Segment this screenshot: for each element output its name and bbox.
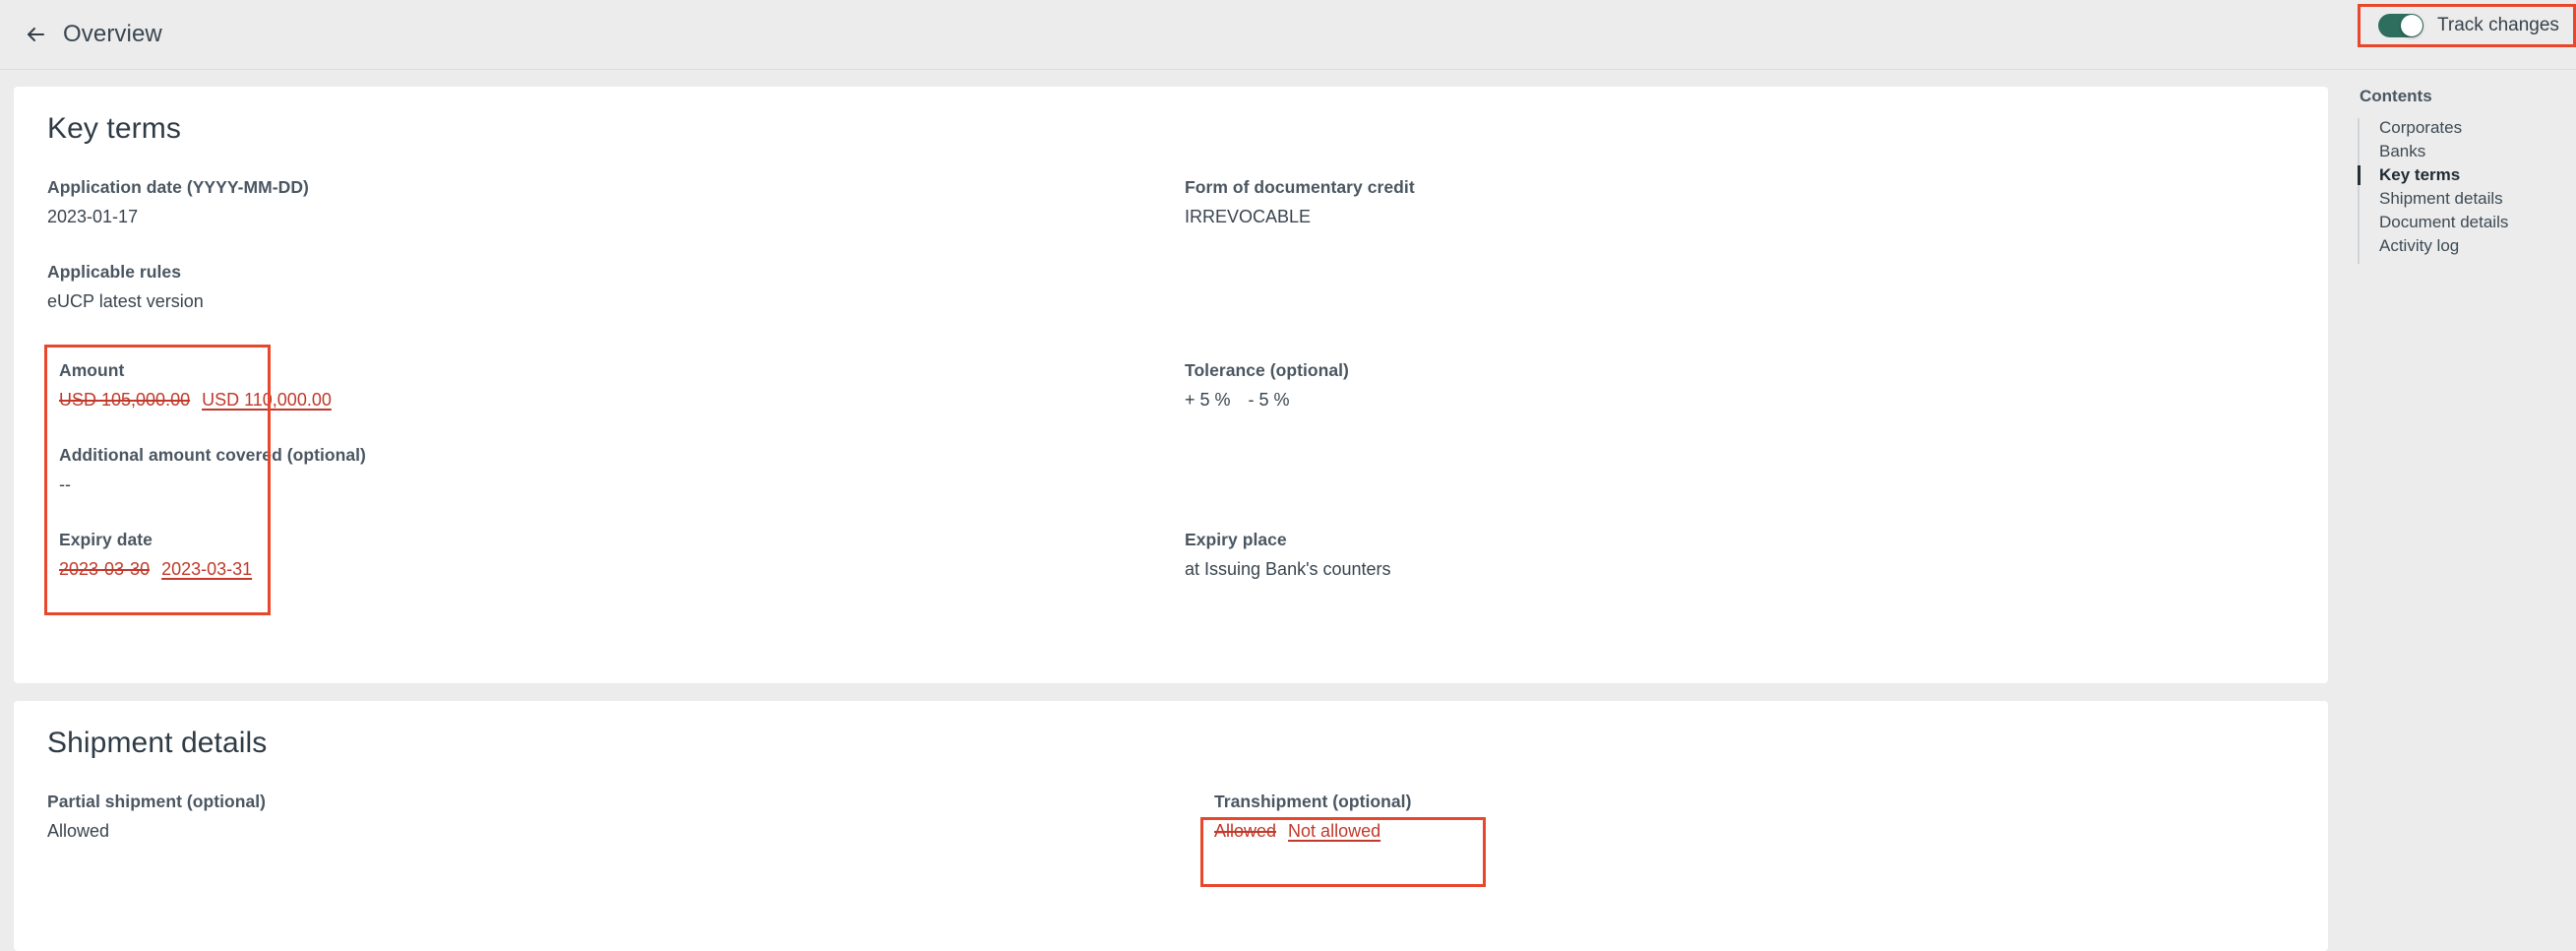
contents-item-activity-log[interactable]: Activity log [2358,234,2564,258]
field-label: Additional amount covered (optional) [59,445,366,465]
field-applicable-rules: Applicable rules eUCP latest version [47,262,204,312]
field-value: + 5 % - 5 % [1185,390,1349,411]
tolerance-plus-value: + 5 % [1185,390,1231,410]
field-value: USD 105,000.00 USD 110,000.00 [59,390,332,411]
field-expiry-date: Expiry date 2023-03-30 2023-03-31 [59,530,252,580]
field-value: eUCP latest version [47,291,204,311]
field-label: Expiry place [1185,530,1287,549]
field-value: at Issuing Bank's counters [1185,559,1391,579]
contents-item-corporates[interactable]: Corporates [2358,116,2564,140]
contents-item-label: Activity log [2379,236,2460,255]
field-label: Tolerance (optional) [1185,360,1349,380]
contents-item-shipment-details[interactable]: Shipment details [2358,187,2564,211]
field-label: Expiry date [59,530,153,549]
main-content: Key terms Application date (YYYY-MM-DD) … [0,71,2576,951]
contents-item-label: Banks [2379,142,2426,160]
track-changes-annotation: Track changes [2358,4,2576,47]
contents-item-key-terms[interactable]: Key terms [2358,163,2564,187]
field-value: IRREVOCABLE [1185,207,1312,226]
contents-list: Corporates Banks Key terms Shipment deta… [2358,116,2564,264]
contents-item-label: Corporates [2379,118,2463,137]
field-label: Applicable rules [47,262,181,282]
amount-old-value: USD 105,000.00 [59,390,191,410]
shipment-details-title: Shipment details [47,727,268,759]
arrow-left-icon [24,23,47,46]
expiry-date-new-value[interactable]: 2023-03-31 [161,559,252,579]
contents-item-document-details[interactable]: Document details [2358,211,2564,234]
back-button[interactable] [14,13,57,56]
field-form-of-credit: Form of documentary credit IRREVOCABLE [1185,177,1415,227]
contents-heading: Contents [2360,87,2432,105]
field-label: Partial shipment (optional) [47,792,267,811]
key-terms-card: Key terms Application date (YYYY-MM-DD) … [14,87,2328,683]
tolerance-minus-value: - 5 % [1248,390,1290,410]
contents-item-label: Shipment details [2379,189,2503,208]
field-label: Amount [59,360,125,380]
field-label: Application date (YYYY-MM-DD) [47,177,309,197]
field-application-date: Application date (YYYY-MM-DD) 2023-01-17 [47,177,309,227]
field-value: Allowed Not allowed [1214,821,1411,842]
field-label: Form of documentary credit [1185,177,1415,197]
field-partial-shipment: Partial shipment (optional) Allowed [47,792,266,842]
field-value: 2023-03-30 2023-03-31 [59,559,252,580]
field-value: Allowed [47,821,110,841]
track-changes-toggle[interactable] [2378,14,2423,37]
contents-item-label: Key terms [2379,165,2461,184]
shipment-details-card: Shipment details Partial shipment (optio… [14,701,2328,951]
expiry-date-old-value: 2023-03-30 [59,559,151,579]
field-tolerance: Tolerance (optional) + 5 % - 5 % [1185,360,1349,411]
page-title: Overview [63,21,162,47]
field-transhipment: Transhipment (optional) Allowed Not allow… [1214,792,1411,842]
amount-new-value[interactable]: USD 110,000.00 [202,390,332,410]
field-amount: Amount USD 105,000.00 USD 110,000.00 [59,360,332,411]
contents-item-banks[interactable]: Banks [2358,140,2564,163]
toggle-knob [2401,15,2423,36]
field-label: Transhipment (optional) [1214,792,1412,811]
contents-item-label: Document details [2379,213,2509,231]
field-expiry-place: Expiry place at Issuing Bank's counters [1185,530,1391,580]
transhipment-old-value: Allowed [1214,821,1277,841]
track-changes-label: Track changes [2437,15,2559,35]
field-value: 2023-01-17 [47,207,139,226]
app-header: Overview [0,0,2576,70]
field-additional-amount: Additional amount covered (optional) -- [59,445,366,495]
key-terms-title: Key terms [47,112,181,145]
contents-nav: Contents Corporates Banks Key terms Ship… [2358,87,2564,264]
transhipment-new-value[interactable]: Not allowed [1288,821,1380,841]
field-value: -- [59,475,71,494]
